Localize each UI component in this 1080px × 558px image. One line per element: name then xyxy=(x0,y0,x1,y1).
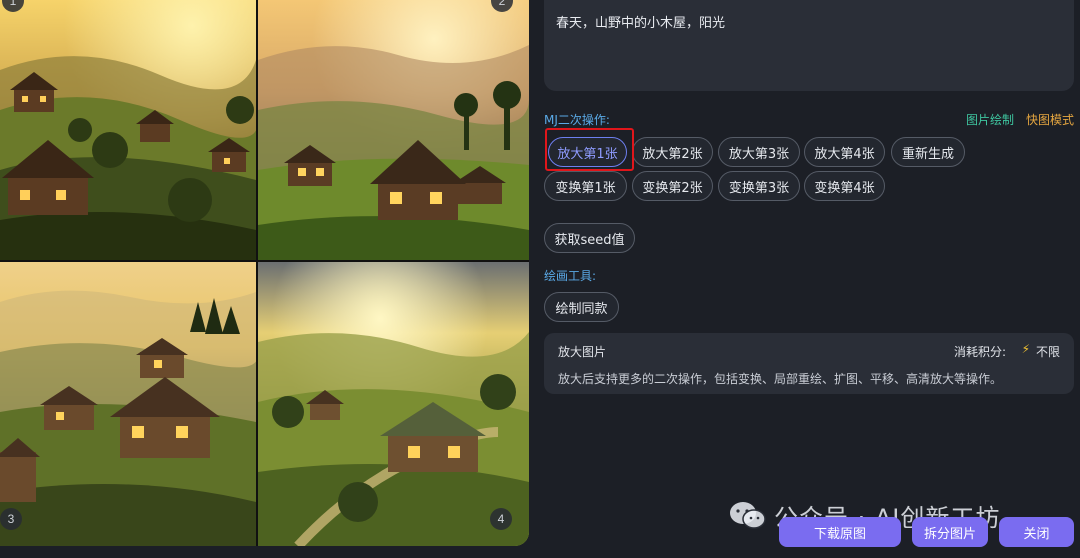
variation-2-button[interactable]: 变换第2张 xyxy=(632,171,713,201)
image-tile-3[interactable] xyxy=(0,262,256,546)
get-seed-button[interactable]: 获取seed值 xyxy=(544,223,635,253)
upscale-info-card: 放大图片 消耗积分: ⚡ 不限 放大后支持更多的二次操作，包括变换、局部重绘、扩… xyxy=(544,333,1074,394)
image-tile-4[interactable] xyxy=(258,262,529,546)
fast-mode-link[interactable]: 快图模式 xyxy=(1026,111,1074,128)
cost-value: 不限 xyxy=(1035,345,1060,359)
variation-3-button[interactable]: 变换第3张 xyxy=(718,171,800,201)
info-card-title: 放大图片 xyxy=(558,345,607,359)
cost-label: 消耗积分: xyxy=(953,345,1006,359)
image-tile-2[interactable] xyxy=(258,0,529,260)
variation-1-button[interactable]: 变换第1张 xyxy=(544,171,627,201)
tools-section-label: 绘画工具: xyxy=(544,269,597,283)
split-image-button[interactable]: 拆分图片 xyxy=(912,517,988,547)
download-original-button[interactable]: 下载原图 xyxy=(779,517,901,547)
lightning-icon: ⚡ xyxy=(1021,342,1030,356)
upscale-3-button[interactable]: 放大第3张 xyxy=(718,137,800,167)
cottage-image-1 xyxy=(0,0,256,260)
info-card-description: 放大后支持更多的二次操作，包括变换、局部重绘、扩图、平移、高清放大等操作。 xyxy=(558,372,1003,386)
prompt-box: 春天，山野中的小木屋，阳光 xyxy=(544,0,1074,91)
mj-section-label: MJ二次操作: xyxy=(544,113,610,127)
close-button[interactable]: 关闭 xyxy=(999,517,1074,547)
cottage-image-4 xyxy=(258,262,529,546)
variation-4-button[interactable]: 变换第4张 xyxy=(804,171,885,201)
image-index-badge-4: 4 xyxy=(490,508,512,530)
upscale-2-button[interactable]: 放大第2张 xyxy=(632,137,713,167)
wechat-logo-icon xyxy=(730,502,766,529)
draw-same-button[interactable]: 绘制同款 xyxy=(544,292,619,322)
prompt-text: 春天，山野中的小木屋，阳光 xyxy=(556,16,726,31)
image-draw-link[interactable]: 图片绘制 xyxy=(966,111,1014,128)
image-index-badge-3: 3 xyxy=(0,508,22,530)
mode-links: 图片绘制 快图模式 xyxy=(966,111,1074,128)
image-grid: 1 2 3 4 xyxy=(0,0,529,546)
annotation-highlight-box xyxy=(545,128,634,171)
cottage-image-3 xyxy=(0,262,256,546)
cottage-image-2 xyxy=(258,0,529,260)
regenerate-button[interactable]: 重新生成 xyxy=(891,137,965,167)
upscale-4-button[interactable]: 放大第4张 xyxy=(804,137,885,167)
image-tile-1[interactable] xyxy=(0,0,256,260)
